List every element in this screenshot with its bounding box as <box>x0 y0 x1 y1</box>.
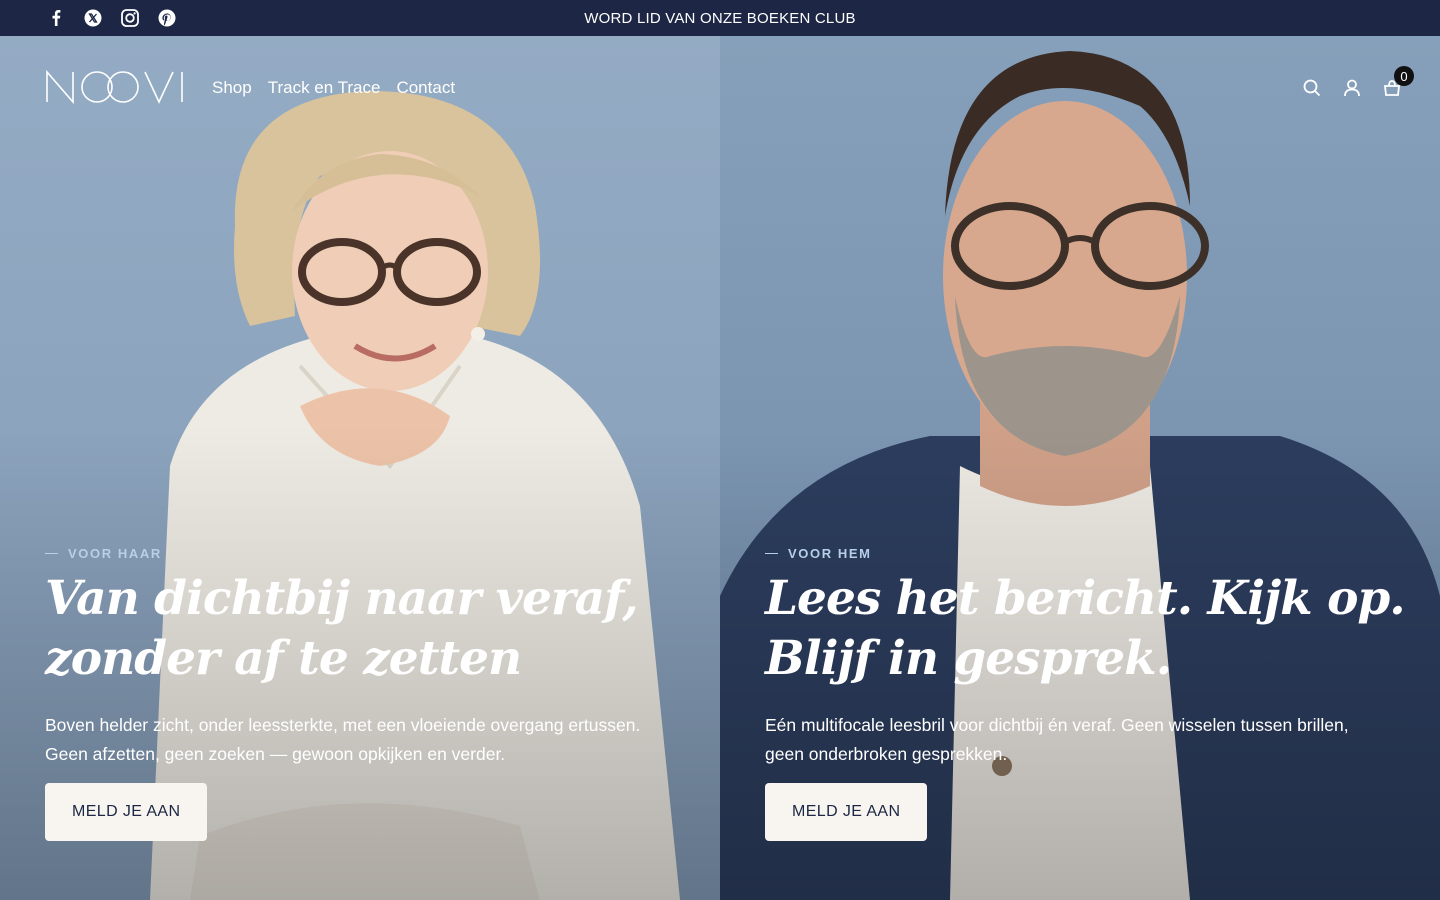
hero-image-man <box>720 36 1440 900</box>
signup-button-him[interactable]: MELD JE AAN <box>765 783 928 841</box>
headline-line-2: Blijf in gesprek. <box>765 631 1172 686</box>
description-line-1: Eén multifocale leesbril voor dichtbij é… <box>765 715 1349 735</box>
description-her: Boven helder zicht, onder leessterkte, m… <box>45 711 705 769</box>
headline-him: Lees het bericht. Kijk op. Blijf in gesp… <box>765 569 1425 689</box>
description-line-2: Geen afzetten, geen zoeken — gewoon opki… <box>45 744 506 764</box>
main-nav: Shop Track en Trace Contact <box>212 78 455 98</box>
nav-shop[interactable]: Shop <box>212 78 252 98</box>
nav-contact[interactable]: Contact <box>396 78 455 98</box>
header-icons: 0 <box>1302 66 1414 98</box>
social-links <box>46 8 176 27</box>
announcement-link[interactable]: WORD LID VAN ONZE BOEKEN CLUB <box>584 10 855 27</box>
eyebrow-dash <box>765 553 778 554</box>
announcement-bar: WORD LID VAN ONZE BOEKEN CLUB <box>0 0 1440 36</box>
noovi-logo <box>46 69 183 105</box>
headline-line-1: Lees het bericht. Kijk op. <box>765 571 1406 626</box>
hero-panel-her <box>0 36 720 900</box>
hero-panel-him <box>720 36 1440 900</box>
description-him: Eén multifocale leesbril voor dichtbij é… <box>765 711 1425 769</box>
facebook-icon[interactable] <box>46 8 65 27</box>
search-icon[interactable] <box>1302 78 1322 98</box>
headline-line-2: zonder af te zetten <box>45 631 522 686</box>
cart-count-badge: 0 <box>1394 66 1414 86</box>
instagram-icon[interactable] <box>120 8 139 27</box>
eyebrow-dash <box>45 553 58 554</box>
description-line-1: Boven helder zicht, onder leessterkte, m… <box>45 715 641 735</box>
hero-image-woman <box>0 36 720 900</box>
nav-track-en-trace[interactable]: Track en Trace <box>268 78 381 98</box>
headline-her: Van dichtbij naar veraf, zonder af te ze… <box>45 569 705 689</box>
x-icon[interactable] <box>83 8 102 27</box>
site-header: Shop Track en Trace Contact 0 <box>0 36 1440 144</box>
eyebrow-him: VOOR HEM <box>765 546 1425 561</box>
account-icon[interactable] <box>1342 78 1362 98</box>
eyebrow-label: VOOR HEM <box>788 546 872 561</box>
logo[interactable] <box>45 69 185 109</box>
description-line-2: geen onderbroken gesprekken. <box>765 744 1008 764</box>
cart-icon[interactable]: 0 <box>1382 66 1414 98</box>
headline-line-1: Van dichtbij naar veraf, <box>45 571 639 626</box>
eyebrow-label: VOOR HAAR <box>68 546 162 561</box>
pinterest-icon[interactable] <box>157 8 176 27</box>
signup-button-her[interactable]: MELD JE AAN <box>45 783 208 841</box>
hero-copy-her: VOOR HAAR Van dichtbij naar veraf, zonde… <box>45 546 705 769</box>
hero-copy-him: VOOR HEM Lees het bericht. Kijk op. Blij… <box>765 546 1425 769</box>
eyebrow-her: VOOR HAAR <box>45 546 705 561</box>
